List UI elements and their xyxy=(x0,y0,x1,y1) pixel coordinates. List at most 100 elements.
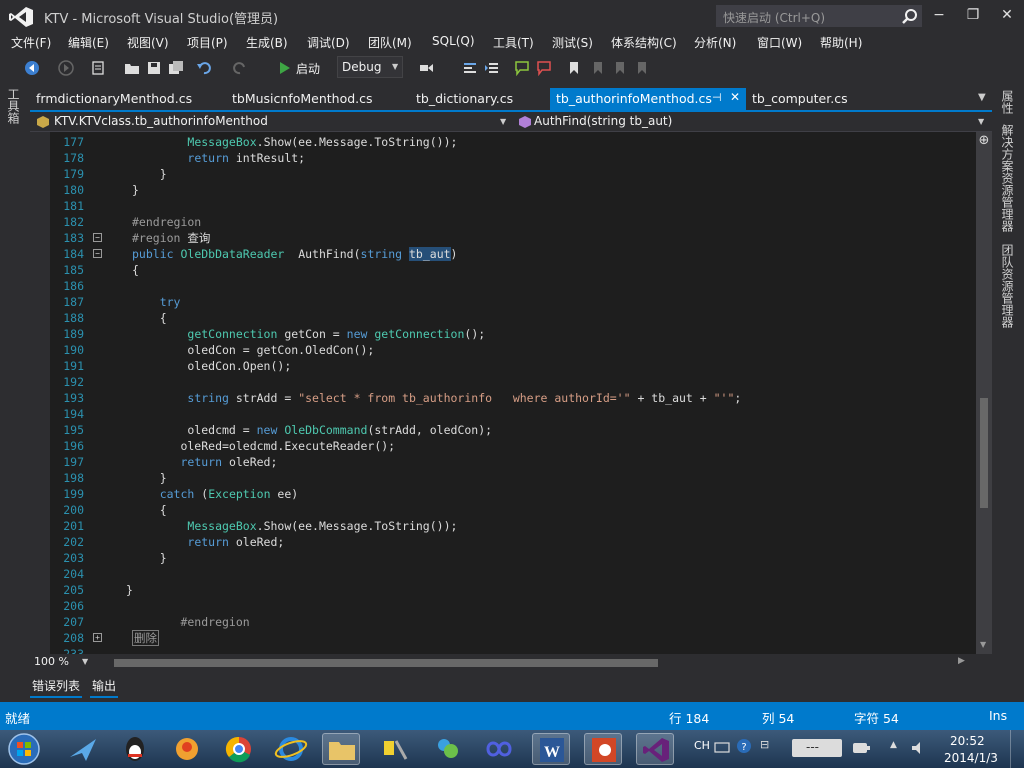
minimize-button[interactable]: − xyxy=(924,4,954,26)
format-icon[interactable] xyxy=(462,60,478,76)
horizontal-scroll-thumb[interactable] xyxy=(114,659,658,667)
bookmark-icon[interactable] xyxy=(566,60,582,76)
menu-analyze[interactable]: 分析(N) xyxy=(694,34,736,51)
menu-sql[interactable]: SQL(Q) xyxy=(432,34,475,48)
back-icon[interactable] xyxy=(24,60,40,76)
menu-tools[interactable]: 工具(T) xyxy=(493,34,534,51)
code-editor[interactable]: 177 MessageBox.Show(ee.Message.ToString(… xyxy=(30,132,992,654)
code-line[interactable]: 205} xyxy=(50,582,980,598)
tab-tbmusicinfo[interactable]: tbMusicnfoMenthod.cs xyxy=(226,88,379,110)
collapse-icon[interactable]: − xyxy=(93,233,102,242)
visual-studio-icon[interactable] xyxy=(636,733,674,765)
infinity-icon[interactable] xyxy=(480,733,518,765)
game-icon[interactable] xyxy=(168,733,206,765)
code-line[interactable]: 194 xyxy=(50,406,980,422)
code-line[interactable]: 193 string strAdd = "select * from tb_au… xyxy=(50,390,980,406)
tab-tb-computer[interactable]: tb_computer.cs xyxy=(746,88,854,110)
code-line[interactable]: 177 MessageBox.Show(ee.Message.ToString(… xyxy=(50,134,980,150)
start-orb-icon[interactable] xyxy=(6,732,42,766)
keyboard-icon[interactable] xyxy=(714,740,730,754)
properties-tab[interactable]: 属性 xyxy=(1000,90,1014,114)
code-line[interactable]: 207 #endregion xyxy=(50,614,980,630)
code-line[interactable]: 185 { xyxy=(50,262,980,278)
menu-build[interactable]: 生成(B) xyxy=(246,34,288,51)
code-line[interactable]: 190 oledCon = getCon.OledCon(); xyxy=(50,342,980,358)
scroll-down-icon[interactable]: ▼ xyxy=(980,640,986,649)
code-line[interactable]: 187 try xyxy=(50,294,980,310)
help-icon[interactable]: ? xyxy=(736,738,752,754)
tab-tb-dictionary[interactable]: tb_dictionary.cs xyxy=(410,88,519,110)
config-dropdown[interactable]: Debug ▼ xyxy=(337,56,403,78)
code-line[interactable]: 203 } xyxy=(50,550,980,566)
indicator-margin[interactable] xyxy=(30,132,50,654)
tab-error-list[interactable]: 错误列表 xyxy=(32,677,80,694)
indent-icon[interactable] xyxy=(484,60,500,76)
uncomment-icon[interactable] xyxy=(536,60,552,76)
code-line[interactable]: 180} xyxy=(50,182,980,198)
code-line[interactable]: 188 { xyxy=(50,310,980,326)
close-tab-icon[interactable]: ✕ xyxy=(730,90,740,104)
menu-team[interactable]: 团队(M) xyxy=(368,34,412,51)
search-icon[interactable] xyxy=(901,8,919,26)
code-line[interactable]: 208 + 删除 xyxy=(50,630,980,646)
code-line[interactable]: 181 xyxy=(50,198,980,214)
menu-help[interactable]: 帮助(H) xyxy=(820,34,862,51)
menu-debug[interactable]: 调试(D) xyxy=(307,34,350,51)
comment-icon[interactable] xyxy=(514,60,530,76)
clear-bookmarks-icon[interactable] xyxy=(634,60,650,76)
attach-process-icon[interactable] xyxy=(418,60,434,76)
pin-icon[interactable]: ⊣ xyxy=(712,91,722,104)
powerpoint-icon[interactable] xyxy=(584,733,622,765)
code-line[interactable]: 186 xyxy=(50,278,980,294)
clock-date[interactable]: 2014/1/3 xyxy=(944,751,998,765)
show-desktop-button[interactable] xyxy=(1010,730,1024,768)
menu-edit[interactable]: 编辑(E) xyxy=(68,34,109,51)
save-icon[interactable] xyxy=(146,60,162,76)
tab-frmdictionary[interactable]: frmdictionaryMenthod.cs xyxy=(30,88,198,110)
chrome-icon[interactable] xyxy=(220,733,258,765)
word-icon[interactable]: W xyxy=(532,733,570,765)
ime-options-icon[interactable]: ⊟ xyxy=(760,738,769,751)
new-project-icon[interactable] xyxy=(90,60,106,76)
member-dropdown[interactable]: AuthFind(string tb_aut) ▼ xyxy=(514,112,990,132)
qq-icon[interactable] xyxy=(116,733,154,765)
ie-icon[interactable] xyxy=(272,733,310,765)
start-debug-icon[interactable] xyxy=(277,60,293,76)
language-bar-input[interactable]: --- xyxy=(792,739,842,757)
code-line[interactable]: 192 xyxy=(50,374,980,390)
msn-icon[interactable] xyxy=(428,733,466,765)
prev-bookmark-icon[interactable] xyxy=(590,60,606,76)
tab-list-dropdown-icon[interactable]: ▼ xyxy=(978,92,990,104)
code-line[interactable]: 197 return oleRed; xyxy=(50,454,980,470)
code-line[interactable]: 179 } xyxy=(50,166,980,182)
menu-file[interactable]: 文件(F) xyxy=(11,34,51,51)
tools-icon[interactable] xyxy=(376,733,414,765)
code-line[interactable]: 233 xyxy=(50,646,980,654)
code-line[interactable]: 182 #endregion xyxy=(50,214,980,230)
next-bookmark-icon[interactable] xyxy=(612,60,628,76)
class-dropdown[interactable]: KTV.KTVclass.tb_authorinfoMenthod ▼ xyxy=(30,112,512,132)
solution-explorer-tab[interactable]: 解决方案资源管理器 xyxy=(1000,124,1014,232)
quick-launch-input[interactable]: 快速启动 (Ctrl+Q) xyxy=(716,5,922,27)
show-hidden-icons-icon[interactable]: ▲ xyxy=(890,740,897,750)
menu-architecture[interactable]: 体系结构(C) xyxy=(611,34,677,51)
menu-view[interactable]: 视图(V) xyxy=(127,34,169,51)
restore-button[interactable]: ❐ xyxy=(958,4,988,26)
code-line[interactable]: 201 MessageBox.Show(ee.Message.ToString(… xyxy=(50,518,980,534)
forward-icon[interactable] xyxy=(58,60,74,76)
menu-project[interactable]: 项目(P) xyxy=(187,34,228,51)
close-button[interactable]: ✕ xyxy=(992,4,1022,26)
open-file-icon[interactable] xyxy=(124,60,140,76)
menu-test[interactable]: 测试(S) xyxy=(552,34,593,51)
clock-time[interactable]: 20:52 xyxy=(950,734,985,748)
explorer-icon[interactable] xyxy=(322,733,360,765)
volume-icon[interactable] xyxy=(910,740,928,756)
horizontal-scrollbar[interactable]: ▶ xyxy=(106,656,966,668)
feiq-icon[interactable] xyxy=(64,733,102,765)
code-line[interactable]: 183− #region 查询 xyxy=(50,230,980,246)
code-line[interactable]: 184− public OleDbDataReader AuthFind(stri… xyxy=(50,246,980,262)
toolbox-tab[interactable]: 工具箱 xyxy=(6,88,22,124)
code-line[interactable]: 204 xyxy=(50,566,980,582)
tab-output[interactable]: 输出 xyxy=(92,677,116,694)
vertical-scrollbar[interactable]: ▼ xyxy=(976,132,992,654)
